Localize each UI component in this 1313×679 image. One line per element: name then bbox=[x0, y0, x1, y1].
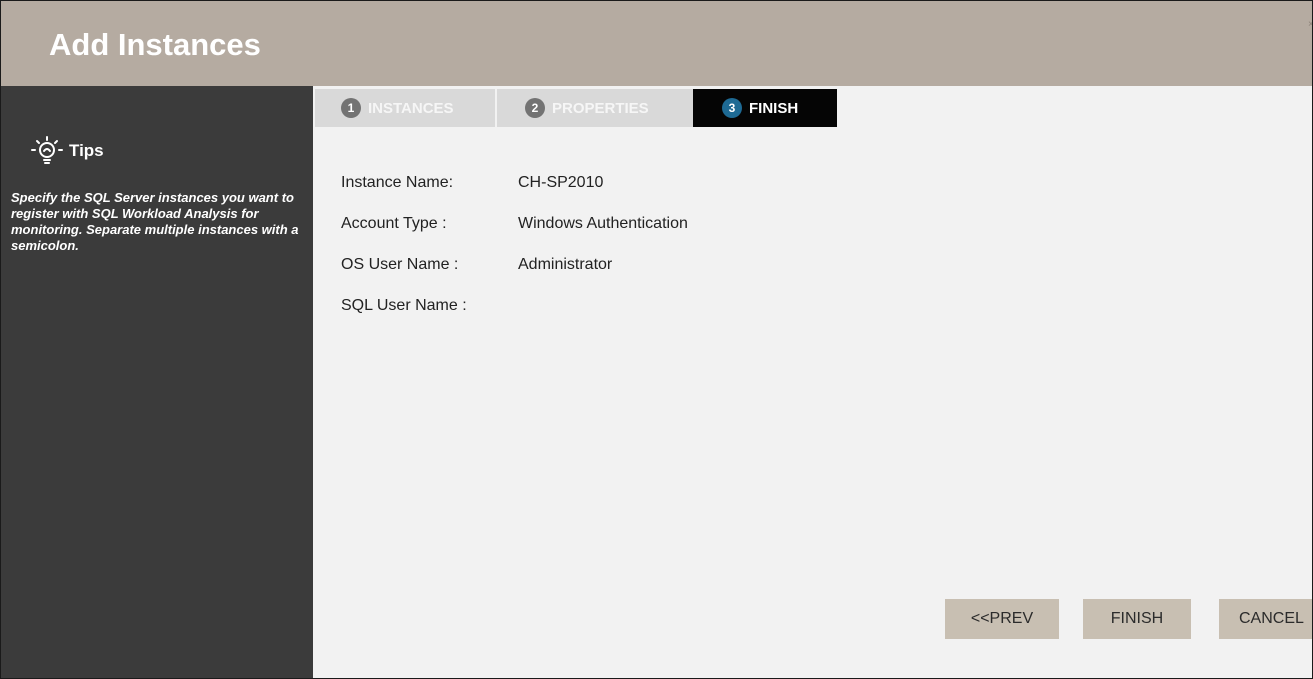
sql-user-label: SQL User Name : bbox=[341, 297, 467, 314]
finish-button[interactable]: FINISH bbox=[1083, 599, 1191, 639]
instance-name-label: Instance Name: bbox=[341, 174, 454, 191]
main-content: 1 INSTANCES 2 PROPERTIES 3 FINISH Instan… bbox=[313, 86, 1312, 678]
step-number: 1 bbox=[341, 98, 361, 118]
step-number: 2 bbox=[525, 98, 545, 118]
close-icon[interactable]: × bbox=[1308, 19, 1312, 30]
os-user-value: Administrator bbox=[518, 256, 613, 273]
os-user-row: OS User Name : Administrator bbox=[341, 256, 688, 297]
step-finish[interactable]: 3 FINISH bbox=[693, 89, 837, 127]
tips-header: Tips bbox=[31, 136, 104, 166]
step-number: 3 bbox=[722, 98, 742, 118]
account-type-label: Account Type : bbox=[341, 215, 447, 232]
instance-name-value: CH-SP2010 bbox=[518, 174, 604, 191]
wizard-steps: 1 INSTANCES 2 PROPERTIES 3 FINISH bbox=[315, 89, 837, 127]
prev-button[interactable]: <<PREV bbox=[945, 599, 1059, 639]
step-instances[interactable]: 1 INSTANCES bbox=[315, 89, 497, 127]
summary-fields: Instance Name: CH-SP2010 Account Type : … bbox=[341, 174, 688, 338]
add-instances-dialog: Add Instances × Tips Specify the SQL S bbox=[0, 0, 1313, 679]
dialog-titlebar: Add Instances × bbox=[1, 1, 1312, 86]
cancel-button[interactable]: CANCEL bbox=[1219, 599, 1312, 639]
tips-sidebar: Tips Specify the SQL Server instances yo… bbox=[1, 86, 313, 678]
dialog-title: Add Instances bbox=[49, 27, 261, 62]
account-type-value: Windows Authentication bbox=[518, 215, 688, 232]
step-label: PROPERTIES bbox=[552, 99, 649, 117]
lightbulb-icon bbox=[31, 136, 63, 164]
step-properties[interactable]: 2 PROPERTIES bbox=[497, 89, 693, 127]
os-user-label: OS User Name : bbox=[341, 256, 459, 273]
sql-user-row: SQL User Name : bbox=[341, 297, 688, 338]
instance-name-row: Instance Name: CH-SP2010 bbox=[341, 174, 688, 215]
step-label: INSTANCES bbox=[368, 99, 454, 117]
account-type-row: Account Type : Windows Authentication bbox=[341, 215, 688, 256]
step-label: FINISH bbox=[749, 99, 799, 117]
tips-title: Tips bbox=[69, 141, 104, 160]
tips-text: Specify the SQL Server instances you wan… bbox=[11, 190, 299, 253]
